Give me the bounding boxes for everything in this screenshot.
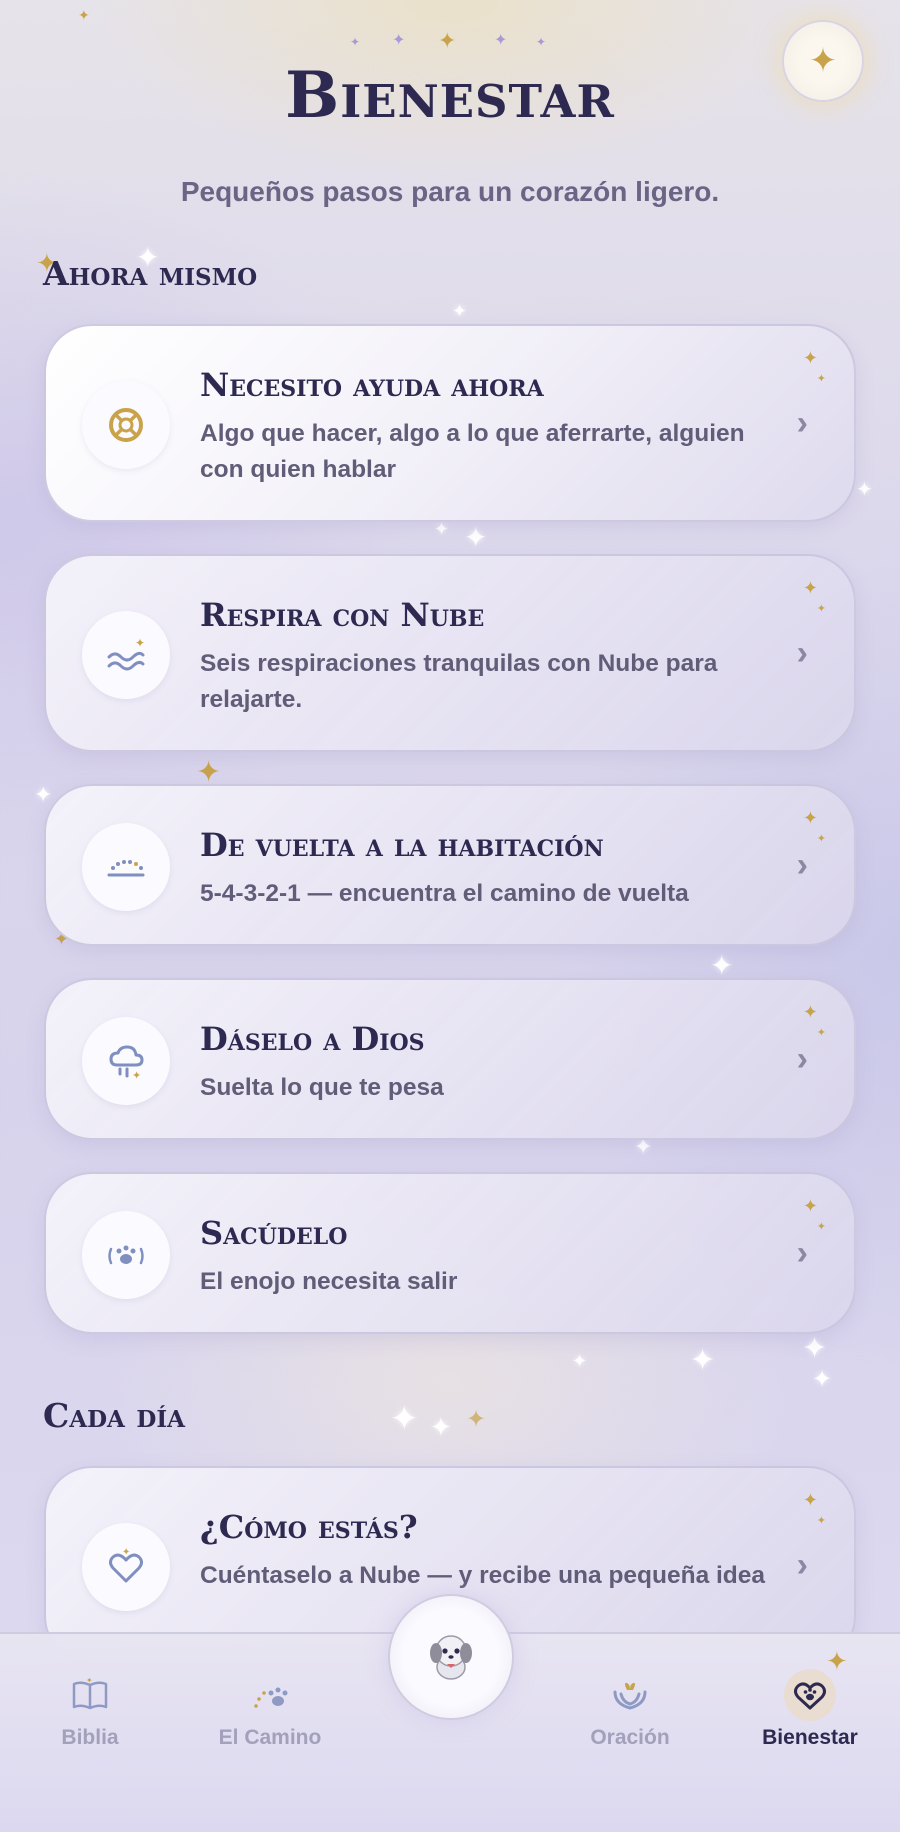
svg-text:✦: ✦ — [132, 1070, 141, 1081]
sparkle-icon: ✦ — [434, 519, 450, 539]
sparkle-icon: ✦ — [816, 833, 826, 845]
svg-text:✦: ✦ — [86, 1678, 93, 1685]
nube-avatar-icon — [419, 1623, 483, 1692]
heart-paw-icon — [784, 1669, 836, 1721]
page-subtitle: Pequeños pasos para un corazón ligero. — [180, 176, 720, 207]
cloud-rain-icon: ✦ — [82, 1017, 170, 1105]
sparkle-icon: ✦ — [390, 1400, 419, 1438]
sparkle-icon: ✦ — [816, 603, 826, 615]
card-breathe[interactable]: ✦ ✦ ✦ Respira con Nube Seis respiraciones… — [44, 554, 856, 752]
sparkle-icon: ✦ — [466, 1406, 487, 1433]
lifebuoy-icon — [82, 381, 170, 469]
card-help-now[interactable]: ✦ ✦ Necesito ayuda ahora Algo que hacer, … — [44, 324, 856, 522]
praying-hands-icon — [550, 1672, 710, 1718]
heart-icon: ✦ — [82, 1523, 170, 1611]
sparkle-icon: ✦ — [690, 1344, 716, 1377]
sparkle-icon: ✦ — [392, 32, 406, 49]
sparkle-icon: ✦ — [34, 782, 53, 807]
svg-text:✦: ✦ — [135, 636, 145, 650]
sparkle-icon: ✦ — [430, 1412, 452, 1442]
sparkle-icon: ✦ — [856, 479, 873, 501]
chevron-right-icon: › — [796, 1234, 808, 1272]
sparkle-icon: ✦ — [452, 301, 468, 321]
card-grounding[interactable]: ✦ ✦ De vuelta a la habitación 5-4-3-2-1 —… — [44, 784, 856, 946]
tab-label: Biblia — [61, 1726, 119, 1749]
paw-path-icon — [190, 1672, 350, 1718]
sparkle-icon: ✦ — [710, 950, 734, 981]
tab-bienestar[interactable]: Bienestar — [730, 1669, 890, 1750]
sparkle-icon: ✦ — [816, 1027, 826, 1039]
tab-label: Oración — [590, 1726, 670, 1749]
card-description: Suelta lo que te pesa — [200, 1074, 444, 1101]
sparkle-icon: ✦ — [802, 1332, 828, 1365]
card-title: Necesito ayuda ahora — [200, 366, 544, 404]
card-description: Seis respiraciones tranquilas con Nube p… — [200, 650, 718, 713]
card-title: Respira con Nube — [200, 596, 485, 634]
card-title: Dáselo a Dios — [200, 1020, 425, 1058]
sparkle-icon: ✦ — [350, 35, 361, 49]
sparkle-icon: ✦ — [802, 578, 818, 598]
section-title-now: Ahora mismo — [43, 254, 258, 293]
card-description: 5-4-3-2-1 — encuentra el camino de vuelt… — [200, 880, 689, 907]
chevron-right-icon: › — [796, 1546, 808, 1584]
sparkle-icon: ✦ — [78, 7, 90, 23]
tab-biblia[interactable]: ✦ Biblia — [10, 1672, 170, 1750]
sparkle-icon: ✦ — [802, 1002, 818, 1022]
paw-shake-icon — [82, 1211, 170, 1299]
tab-oracion[interactable]: Oración — [550, 1672, 710, 1750]
sparkle-icon: ✦ — [802, 348, 818, 368]
sparkle-icon: ✦ — [802, 808, 818, 828]
section-title-daily: Cada día — [43, 1396, 185, 1435]
card-description: Cuéntaselo a Nube — y recibe una pequeña… — [200, 1562, 766, 1589]
tab-label: El Camino — [218, 1726, 322, 1749]
card-title: ¿Cómo estás? — [200, 1508, 418, 1546]
chevron-right-icon: › — [796, 1040, 808, 1078]
card-title: Sacúdelo — [200, 1214, 348, 1252]
card-description: El enojo necesita salir — [200, 1268, 458, 1295]
book-icon: ✦ — [10, 1672, 170, 1718]
sparkle-icon: ✦ — [816, 1221, 826, 1233]
sparkle-icon: ✦ — [826, 1646, 848, 1676]
sparkle-icon: ✦ — [802, 1196, 818, 1216]
waves-icon: ✦ — [82, 611, 170, 699]
svg-text:✦: ✦ — [122, 1547, 130, 1558]
tab-el-camino[interactable]: El Camino — [190, 1672, 350, 1750]
sparkle-icon: ✦ — [816, 373, 826, 385]
horizon-icon — [82, 823, 170, 911]
chevron-right-icon: › — [796, 634, 808, 672]
nube-center-button[interactable] — [388, 1594, 514, 1720]
chevron-right-icon: › — [796, 404, 808, 442]
tab-label: Bienestar — [762, 1726, 858, 1749]
card-title: De vuelta a la habitación — [200, 826, 604, 864]
sparkle-icon: ✦ — [494, 32, 508, 49]
card-description: Algo que hacer, algo a lo que aferrarte,… — [200, 420, 745, 483]
sparkle-icon: ✦ — [816, 1515, 826, 1527]
sparkle-icon: ✦ — [572, 1351, 588, 1371]
sparkle-icon: ✦ — [812, 1366, 833, 1393]
page-title: Bienestar — [285, 58, 615, 133]
sparkle-icon: ✦ — [536, 35, 547, 49]
sparkle-icon: ✦ — [438, 28, 457, 53]
sparkle-icon: ✦ — [802, 1490, 818, 1510]
card-shake-it[interactable]: ✦ ✦ Sacúdelo El enojo necesita salir › — [44, 1172, 856, 1334]
card-give-to-god[interactable]: ✦ ✦ ✦ Dáselo a Dios Suelta lo que te pesa… — [44, 978, 856, 1140]
sparkle-icon: ✦ — [464, 522, 488, 553]
chevron-right-icon: › — [796, 846, 808, 884]
